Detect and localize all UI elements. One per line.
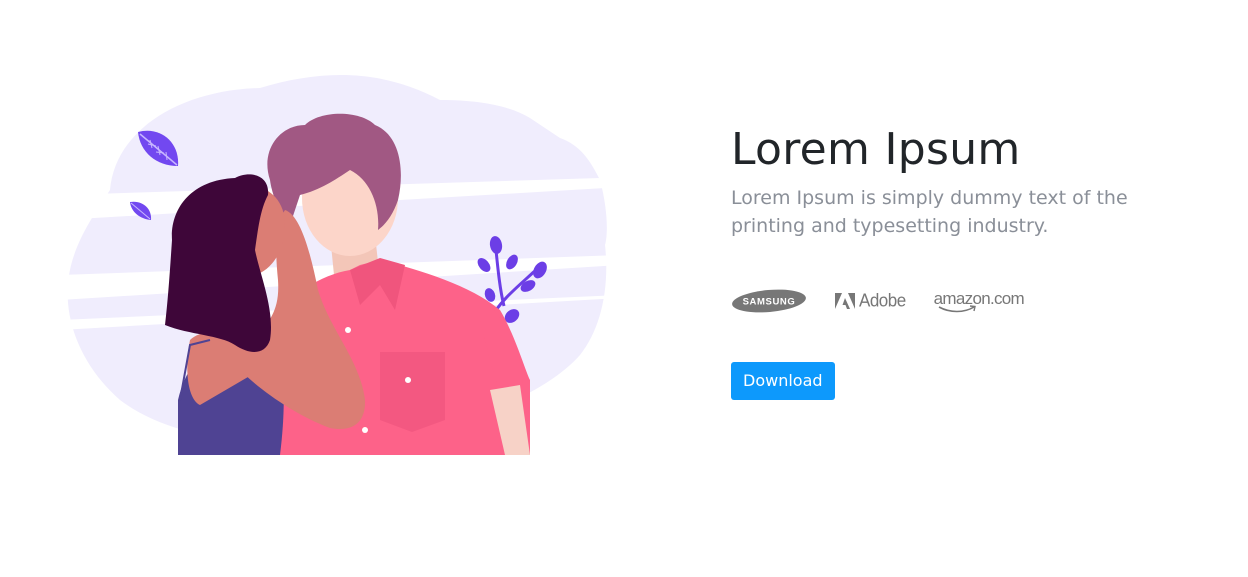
samsung-logo-text: SAMSUNG bbox=[743, 297, 796, 308]
adobe-icon bbox=[835, 293, 855, 309]
download-button[interactable]: Download bbox=[731, 362, 835, 400]
brand-logos: SAMSUNG Adobe amazon.com bbox=[731, 286, 1201, 316]
adobe-logo: Adobe bbox=[835, 290, 906, 311]
hero-subtitle: Lorem Ipsum is simply dummy text of the … bbox=[731, 187, 1128, 237]
hero-illustration bbox=[60, 70, 620, 460]
adobe-logo-text: Adobe bbox=[859, 290, 906, 311]
hero-content: Lorem Ipsum Lorem Ipsum is simply dummy … bbox=[731, 124, 1201, 400]
amazon-logo: amazon.com bbox=[934, 288, 1025, 314]
amazon-smile-icon bbox=[938, 305, 976, 313]
samsung-logo: SAMSUNG bbox=[731, 288, 807, 314]
page-title: Lorem Ipsum bbox=[731, 124, 1021, 175]
